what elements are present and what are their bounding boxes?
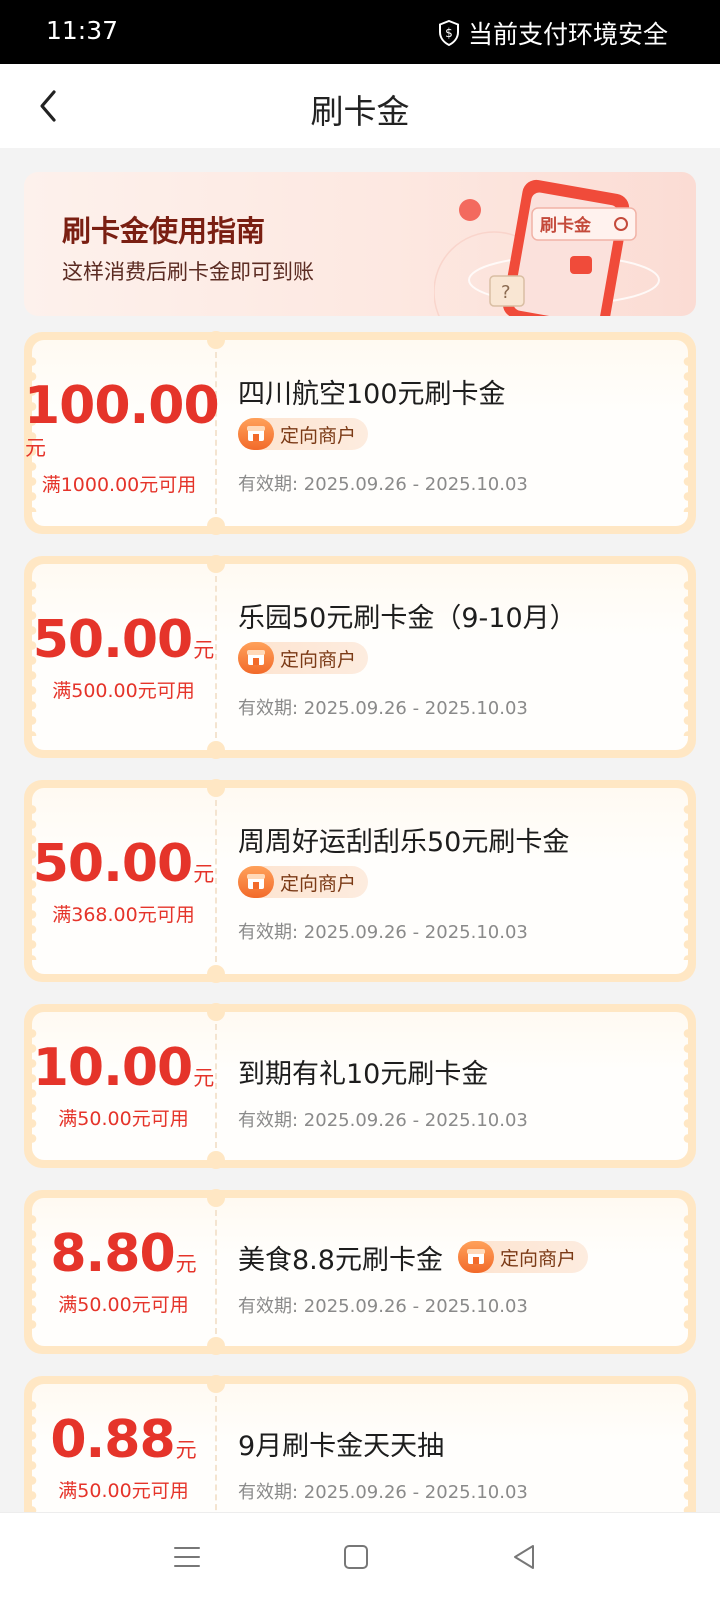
phone-illustration-icon: 刷卡金 ? xyxy=(434,179,660,316)
coupon-validity: 有效期: 2025.09.26 - 2025.10.03 xyxy=(238,1482,528,1503)
illustration-label: 刷卡金 xyxy=(540,215,592,236)
merchant-store-icon xyxy=(238,866,274,898)
usage-guide-banner[interactable]: 刷卡金使用指南 这样消费后刷卡金即可到账 刷卡金 ? xyxy=(24,172,696,316)
coupon-threshold: 满500.00元可用 xyxy=(52,680,195,702)
coupon-validity: 有效期: 2025.09.26 - 2025.10.03 xyxy=(238,474,528,495)
coupon-amount: 50.00 xyxy=(32,610,193,670)
shield-icon: $ xyxy=(438,20,459,46)
tag-label: 定向商户 xyxy=(280,424,357,447)
coupon-unit: 元 xyxy=(175,1252,197,1276)
coupon-unit: 元 xyxy=(193,638,215,662)
status-time: 11:37 xyxy=(46,16,119,45)
coupon-amount-block: 100.00 元 满1000.00元可用 xyxy=(24,380,220,497)
coupon-amount-block: 8.80元 满50.00元可用 xyxy=(32,1228,215,1317)
header: 刷卡金 xyxy=(0,64,720,148)
coupon-amount: 50.00 xyxy=(32,834,193,894)
home-square-icon[interactable] xyxy=(340,1541,372,1573)
merchant-store-icon xyxy=(238,418,274,450)
coupon-title: 周周好运刮刮乐50元刷卡金 xyxy=(238,827,570,858)
tag-label: 定向商户 xyxy=(280,648,357,671)
guide-title: 刷卡金使用指南 xyxy=(62,214,266,248)
coupon-amount: 100.00 xyxy=(24,376,220,436)
coupon-threshold: 满50.00元可用 xyxy=(58,1480,189,1502)
coupon-title: 到期有礼10元刷卡金 xyxy=(238,1059,489,1090)
tag-label: 定向商户 xyxy=(280,872,357,895)
targeted-merchant-tag: 定向商户 xyxy=(238,418,369,450)
coupon-card[interactable]: 100.00 元 满1000.00元可用 四川航空100元刷卡金 定向商户 有效… xyxy=(24,331,696,535)
coupon-amount-block: 0.88元 满50.00元可用 xyxy=(32,1414,215,1503)
back-triangle-icon[interactable] xyxy=(508,1541,540,1573)
coupon-amount-block: 10.00元 满50.00元可用 xyxy=(32,1042,215,1131)
coupon-title: 9月刷卡金天天抽 xyxy=(238,1431,445,1462)
status-bar: 11:37 $ 当前支付环境安全 xyxy=(0,0,720,64)
coupon-amount: 10.00 xyxy=(32,1038,193,1098)
coupon-validity: 有效期: 2025.09.26 - 2025.10.03 xyxy=(238,1296,528,1317)
coupon-card[interactable]: 8.80元 满50.00元可用 美食8.8元刷卡金 定向商户 有效期: 2025… xyxy=(24,1189,696,1355)
coupon-threshold: 满50.00元可用 xyxy=(58,1294,189,1316)
svg-text:$: $ xyxy=(445,26,453,40)
coupon-threshold: 满50.00元可用 xyxy=(58,1108,189,1130)
tag-label: 定向商户 xyxy=(500,1247,577,1270)
targeted-merchant-tag: 定向商户 xyxy=(458,1241,589,1273)
coupon-card[interactable]: 10.00元 满50.00元可用 到期有礼10元刷卡金 有效期: 2025.09… xyxy=(24,1003,696,1169)
coupon-title: 四川航空100元刷卡金 xyxy=(238,379,506,410)
guide-subtitle: 这样消费后刷卡金即可到账 xyxy=(62,260,314,284)
coupon-threshold: 满368.00元可用 xyxy=(52,904,195,926)
menu-icon[interactable] xyxy=(171,1541,203,1573)
coupon-validity: 有效期: 2025.09.26 - 2025.10.03 xyxy=(238,922,528,943)
page-title: 刷卡金 xyxy=(310,92,410,131)
coupon-amount: 0.88 xyxy=(50,1410,175,1470)
targeted-merchant-tag: 定向商户 xyxy=(238,866,369,898)
coupon-unit: 元 xyxy=(193,862,215,886)
svg-text:?: ? xyxy=(501,282,511,303)
coupon-validity: 有效期: 2025.09.26 - 2025.10.03 xyxy=(238,698,528,719)
security-text: 当前支付环境安全 xyxy=(467,20,668,49)
coupon-title: 乐园50元刷卡金（9-10月） xyxy=(238,603,577,634)
merchant-store-icon xyxy=(458,1241,494,1273)
system-navigation-bar xyxy=(0,1512,720,1600)
coupon-card[interactable]: 50.00元 满368.00元可用 周周好运刮刮乐50元刷卡金 定向商户 有效期… xyxy=(24,779,696,983)
merchant-store-icon xyxy=(238,642,274,674)
security-status: $ 当前支付环境安全 xyxy=(438,15,668,51)
coupon-threshold: 满1000.00元可用 xyxy=(41,474,197,496)
coupon-card[interactable]: 50.00元 满500.00元可用 乐园50元刷卡金（9-10月） 定向商户 有… xyxy=(24,555,696,759)
coupon-amount-block: 50.00元 满368.00元可用 xyxy=(32,838,215,927)
coupon-unit: 元 xyxy=(25,436,46,460)
coupon-validity: 有效期: 2025.09.26 - 2025.10.03 xyxy=(238,1110,528,1131)
coupon-unit: 元 xyxy=(175,1438,197,1462)
targeted-merchant-tag: 定向商户 xyxy=(238,642,369,674)
coupon-title: 美食8.8元刷卡金 xyxy=(238,1245,443,1276)
coupon-unit: 元 xyxy=(193,1066,215,1090)
coupon-amount-block: 50.00元 满500.00元可用 xyxy=(32,614,215,703)
coupon-amount: 8.80 xyxy=(50,1224,175,1284)
